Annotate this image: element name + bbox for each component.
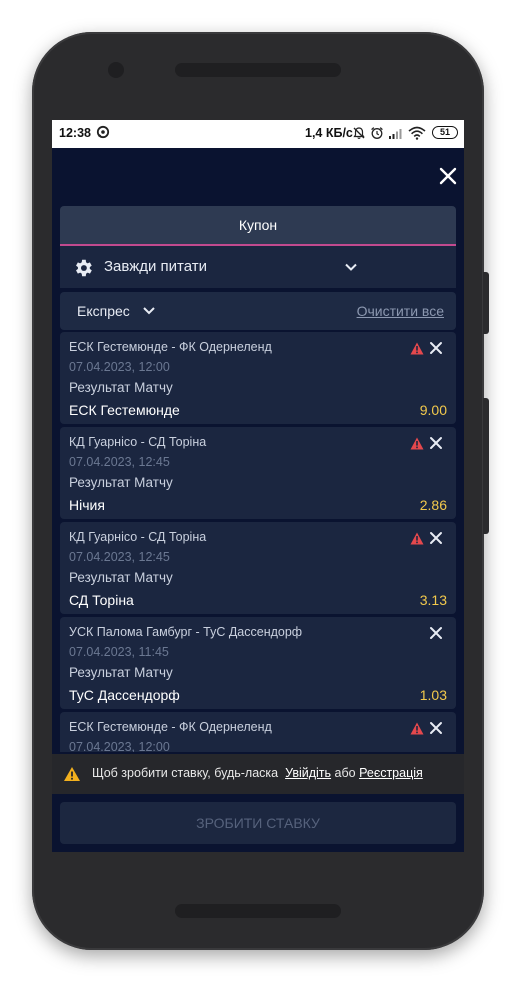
notice-text-wrap: Щоб зробити ставку, будь-ласка Увійдіть … [92,766,423,780]
bottom-speaker [175,904,341,918]
alarm-icon [371,127,383,139]
signal-icon [389,129,402,139]
bet-selection: Нічия [69,497,105,513]
warning-icon [64,767,80,781]
phone-screen: 12:38 1,4 КБ/с 51 Купон Завжди питати Ек… [52,120,464,852]
bet-odds: 2.86 [419,497,447,513]
remove-bet-close-icon[interactable] [429,531,443,545]
bet-odds: 1.03 [419,687,447,703]
clear-all-link[interactable]: Очистити все [357,303,444,319]
bet-type-row: Експрес Очистити все [60,292,456,330]
bet-date: 07.04.2023, 12:45 [69,550,170,564]
notifications-off-icon [353,127,365,139]
bet-date: 07.04.2023, 12:00 [69,360,170,374]
bet-event-name: ЕСК Гестемюнде - ФК Одернеленд [69,720,272,734]
remove-bet-close-icon[interactable] [429,626,443,640]
bet-card: ЕСК Гестемюнде - ФК Одернеленд 07.04.2023… [60,332,456,424]
bet-event-name: УСК Палома Гамбург - ТуС Дассендорф [69,625,303,639]
whatsapp-icon [96,125,110,139]
bet-card: ЕСК Гестемюнде - ФК Одернеленд 07.04.2023… [60,712,456,752]
bet-market: Результат Матчу [69,380,173,395]
bet-odds: 3.13 [419,592,447,608]
front-camera [108,62,124,78]
notice-text: Щоб зробити ставку, будь-ласка [92,766,279,780]
odds-change-setting[interactable]: Завжди питати [60,246,456,288]
notice-or: або [334,766,356,780]
tab-coupon[interactable]: Купон [60,206,456,246]
bet-card: УСК Палома Гамбург - ТуС Дассендорф 07.04… [60,617,456,709]
bet-market: Результат Матчу [69,475,173,490]
bet-market: Результат Матчу [69,570,173,585]
register-link[interactable]: Реєстрація [359,766,423,780]
odds-warning-icon [410,437,424,450]
bet-date: 07.04.2023, 12:45 [69,455,170,469]
bet-market: Результат Матчу [69,665,173,680]
bet-event-name: КД Гуарнісо - СД Торіна [69,435,207,449]
status-bar: 12:38 1,4 КБ/с 51 [52,120,464,148]
bet-selection: ТуС Дассендорф [69,687,180,703]
odds-change-label: Завжди питати [104,258,208,275]
remove-bet-close-icon[interactable] [429,721,443,735]
login-link[interactable]: Увійдіть [285,766,331,780]
bet-selection: СД Торіна [69,592,134,608]
earpiece-speaker [175,63,341,77]
bet-type-select[interactable]: Експрес [77,303,130,319]
close-icon[interactable] [438,166,458,186]
remove-bet-close-icon[interactable] [429,341,443,355]
bet-selection: ЕСК Гестемюнде [69,402,180,418]
volume-button [483,398,489,534]
bet-card: КД Гуарнісо - СД Торіна 07.04.2023, 12:45… [60,427,456,519]
bet-date: 07.04.2023, 12:00 [69,740,170,752]
gear-icon [76,259,92,277]
battery-icon: 51 [432,126,458,139]
place-bet-button[interactable]: ЗРОБИТИ СТАВКУ [60,802,456,844]
bet-card: КД Гуарнісо - СД Торіна 07.04.2023, 12:45… [60,522,456,614]
bet-odds: 9.00 [419,402,447,418]
odds-warning-icon [410,342,424,355]
bet-event-name: КД Гуарнісо - СД Торіна [69,530,207,544]
odds-warning-icon [410,532,424,545]
bet-event-name: ЕСК Гестемюнде - ФК Одернеленд [69,340,272,354]
odds-warning-icon [410,722,424,735]
bet-date: 07.04.2023, 11:45 [69,645,169,659]
wifi-icon [408,126,426,140]
status-time: 12:38 [59,126,91,140]
power-button [483,272,489,334]
coupon-panel: Купон Завжди питати Експрес Очистити все… [52,148,464,852]
chevron-down-icon[interactable] [142,305,156,317]
login-notice: Щоб зробити ставку, будь-ласка Увійдіть … [52,754,464,794]
bet-list: ЕСК Гестемюнде - ФК Одернеленд 07.04.2023… [52,332,464,752]
network-speed: 1,4 КБ/с [305,126,353,140]
chevron-down-icon [345,263,357,271]
remove-bet-close-icon[interactable] [429,436,443,450]
